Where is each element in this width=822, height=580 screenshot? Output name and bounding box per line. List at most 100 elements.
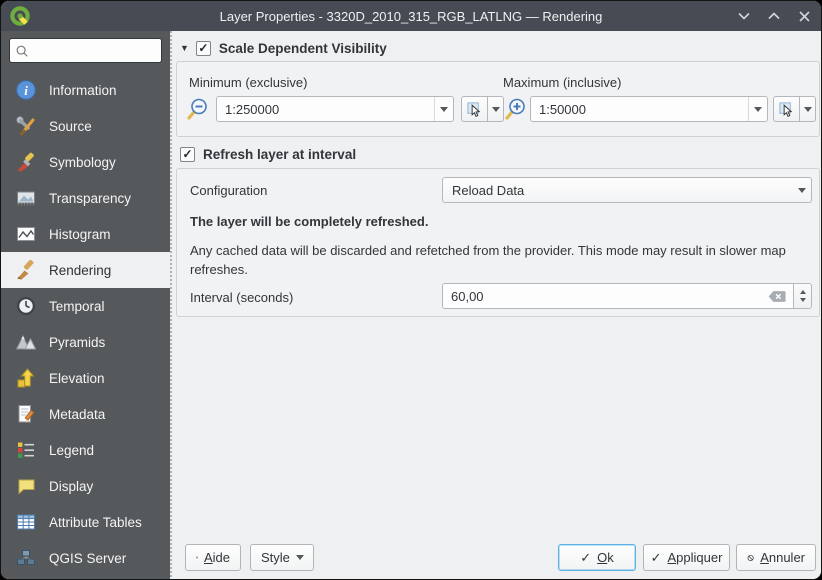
sidebar-item-label: Symbology (49, 154, 116, 170)
sidebar-item-source[interactable]: Source (1, 108, 170, 144)
apply-button[interactable]: ✓ Appliquer (643, 544, 730, 571)
speech-bubble-icon (14, 474, 38, 498)
svg-text:i: i (24, 83, 28, 98)
sidebar-search (9, 38, 162, 63)
refresh-interval-title: Refresh layer at interval (203, 146, 357, 162)
apply-button-label: Appliquer (667, 550, 723, 565)
sidebar-item-information[interactable]: i Information (1, 72, 170, 108)
layer-properties-dialog: Layer Properties - 3320D_2010_315_RGB_LA… (0, 0, 822, 580)
minimize-icon[interactable] (737, 9, 751, 23)
scale-visibility-header: ▼ ✓ Scale Dependent Visibility (180, 39, 387, 57)
help-lifebuoy-icon (196, 556, 198, 559)
help-button-label: Aide (203, 550, 230, 565)
ok-check-icon: ✓ (580, 549, 592, 565)
properties-nav: i Information Source Symbology Transpare… (1, 72, 170, 576)
minimum-canvas-dropdown-icon[interactable] (488, 96, 504, 122)
style-button[interactable]: Style (250, 544, 314, 571)
interval-spinbox[interactable] (442, 283, 812, 309)
clock-icon (14, 294, 38, 318)
sidebar-item-symbology[interactable]: Symbology (1, 144, 170, 180)
minimum-set-to-canvas-button (461, 96, 504, 122)
sidebar-item-attribute-tables[interactable]: Attribute Tables (1, 504, 170, 540)
minimum-scale-dropdown-icon[interactable] (434, 97, 453, 121)
map-extent-cursor-icon[interactable] (773, 96, 800, 122)
sidebar-item-label: Display (49, 478, 94, 494)
minimum-scale-input[interactable] (217, 97, 453, 121)
legend-icon (14, 438, 38, 462)
sidebar-item-metadata[interactable]: Metadata (1, 396, 170, 432)
sidebar-item-legend[interactable]: Legend (1, 432, 170, 468)
interval-stepper (793, 284, 811, 308)
metadata-icon (14, 402, 38, 426)
refresh-interval-checkbox[interactable]: ✓ (180, 146, 195, 162)
cancel-button-label: Annuler (760, 550, 805, 565)
sidebar-item-label: Rendering (49, 262, 112, 278)
sidebar-item-label: QGIS Server (49, 550, 127, 566)
pyramids-icon (14, 330, 38, 354)
step-up-icon[interactable] (799, 290, 806, 294)
step-down-icon[interactable] (799, 298, 806, 302)
sidebar-item-label: Legend (49, 442, 95, 458)
maximum-label: Maximum (inclusive) (503, 75, 622, 90)
information-icon: i (14, 78, 38, 102)
help-button[interactable]: Aide (185, 544, 241, 571)
maximum-canvas-dropdown-icon[interactable] (800, 96, 816, 122)
maximize-icon[interactable] (767, 9, 781, 23)
map-extent-cursor-icon[interactable] (461, 96, 488, 122)
maximum-set-to-canvas-button (773, 96, 816, 122)
maximum-scale-dropdown-icon[interactable] (748, 97, 767, 121)
sidebar-item-label: Pyramids (49, 334, 106, 350)
sidebar-item-display[interactable]: Display (1, 468, 170, 504)
sidebar-item-label: Information (49, 82, 117, 98)
configuration-value: Reload Data (452, 182, 525, 198)
sidebar-item-elevation[interactable]: Elevation (1, 360, 170, 396)
sidebar-item-rendering[interactable]: Rendering (1, 252, 170, 288)
window-controls (737, 1, 811, 31)
refresh-interval-header: ✓ Refresh layer at interval (180, 145, 356, 163)
refresh-interval-group: Configuration Reload Data The layer will… (176, 168, 820, 317)
refresh-summary: The layer will be completely refreshed. (190, 214, 429, 229)
collapse-icon[interactable]: ▼ (180, 43, 189, 53)
interval-input[interactable] (443, 284, 811, 308)
sidebar: i Information Source Symbology Transpare… (1, 31, 170, 579)
maximum-scale-input[interactable] (531, 97, 767, 121)
maximum-scale-combobox[interactable] (530, 96, 768, 122)
zoom-out-icon (187, 98, 207, 120)
minimum-label: Minimum (exclusive) (189, 75, 308, 90)
sidebar-item-temporal[interactable]: Temporal (1, 288, 170, 324)
sidebar-item-pyramids[interactable]: Pyramids (1, 324, 170, 360)
refresh-description: Any cached data will be discarded and re… (190, 243, 786, 277)
configuration-combobox[interactable]: Reload Data (442, 177, 812, 203)
minimum-scale-combobox[interactable] (216, 96, 454, 122)
scale-visibility-checkbox[interactable]: ✓ (195, 40, 211, 56)
scale-visibility-group: Minimum (exclusive) Maximum (inclusive) (176, 61, 820, 137)
style-dropdown-icon (295, 555, 304, 560)
transparency-icon (14, 186, 38, 210)
sidebar-item-label: Temporal (49, 298, 105, 314)
sidebar-item-label: Elevation (49, 370, 105, 386)
cancel-icon (747, 554, 754, 561)
elevation-icon (14, 366, 38, 390)
apply-check-icon: ✓ (650, 549, 662, 565)
sidebar-item-qgis-server[interactable]: QGIS Server (1, 540, 170, 576)
sidebar-item-transparency[interactable]: Transparency (1, 180, 170, 216)
zoom-in-icon (505, 98, 525, 120)
sidebar-item-label: Histogram (49, 226, 111, 242)
sidebar-item-label: Source (49, 118, 92, 134)
source-tools-icon (14, 114, 38, 138)
ok-button[interactable]: ✓ Ok (558, 544, 636, 571)
search-icon (16, 45, 28, 57)
close-icon[interactable] (797, 9, 811, 23)
cancel-button[interactable]: Annuler (736, 544, 816, 571)
clear-value-icon[interactable] (768, 290, 786, 306)
titlebar[interactable]: Layer Properties - 3320D_2010_315_RGB_LA… (1, 1, 821, 31)
sidebar-item-histogram[interactable]: Histogram (1, 216, 170, 252)
symbology-brush-icon (14, 150, 38, 174)
sidebar-item-label: Metadata (49, 406, 106, 422)
configuration-label: Configuration (190, 183, 268, 198)
rendering-brush-icon (14, 258, 38, 282)
interval-label: Interval (seconds) (190, 290, 294, 305)
server-network-icon (14, 546, 38, 570)
window-title: Layer Properties - 3320D_2010_315_RGB_LA… (219, 8, 603, 24)
sidebar-search-input[interactable] (33, 42, 156, 59)
